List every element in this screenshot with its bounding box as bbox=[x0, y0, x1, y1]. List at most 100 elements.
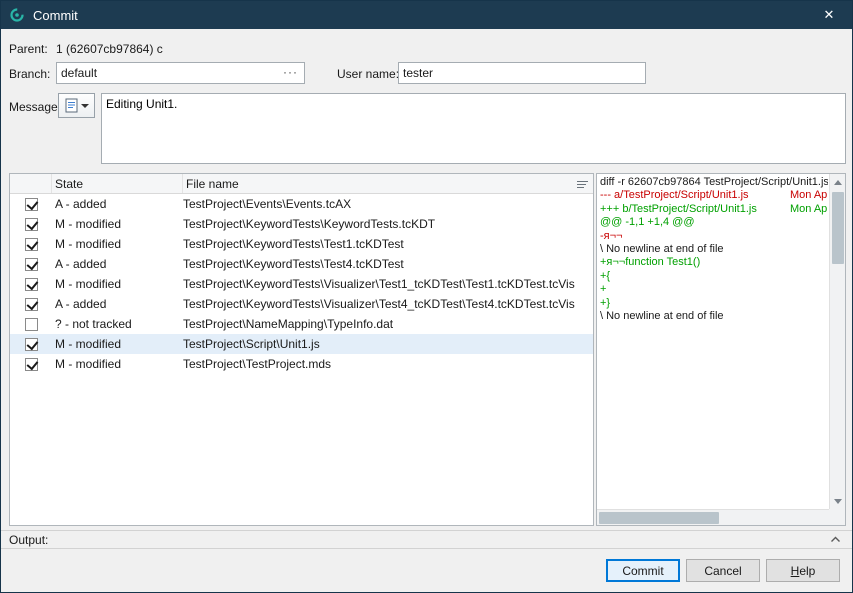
row-check-cell bbox=[10, 358, 52, 371]
diff-pane[interactable]: diff -r 62607cb97864 TestProject/Script/… bbox=[596, 173, 846, 526]
file-checkbox[interactable] bbox=[25, 358, 38, 371]
file-checkbox[interactable] bbox=[25, 198, 38, 211]
diff-line-text: +я¬¬function Test1() bbox=[600, 256, 700, 268]
table-row[interactable]: ? - not tracked TestProject\NameMapping\… bbox=[10, 314, 593, 334]
user-name-input[interactable] bbox=[399, 63, 645, 83]
diff-line: -я¬¬ bbox=[600, 230, 828, 243]
row-file: TestProject\KeywordTests\Visualizer\Test… bbox=[183, 277, 593, 291]
file-checkbox[interactable] bbox=[25, 218, 38, 231]
parent-row: Parent: 1 (62607cb97864) c bbox=[9, 42, 163, 56]
diff-line: \ No newline at end of file bbox=[600, 243, 828, 256]
diff-line-text: --- a/TestProject/Script/Unit1.js bbox=[600, 189, 749, 201]
row-file: TestProject\KeywordTests\Test1.tcKDTest bbox=[183, 237, 593, 251]
file-checkbox[interactable] bbox=[25, 298, 38, 311]
row-state: M - modified bbox=[52, 277, 183, 291]
diff-line: +{ bbox=[600, 270, 828, 283]
diff-vscroll-thumb[interactable] bbox=[832, 192, 844, 264]
commit-message-textarea[interactable] bbox=[101, 93, 846, 164]
diff-line-text: +} bbox=[600, 297, 610, 309]
row-file: TestProject\KeywordTests\KeywordTests.tc… bbox=[183, 217, 593, 231]
row-file: TestProject\KeywordTests\Test4.tcKDTest bbox=[183, 257, 593, 271]
row-check-cell bbox=[10, 298, 52, 311]
file-checkbox[interactable] bbox=[25, 238, 38, 251]
file-checkbox[interactable] bbox=[25, 338, 38, 351]
diff-line-right: Mon Ap bbox=[790, 203, 827, 216]
cancel-button[interactable]: Cancel bbox=[686, 559, 760, 582]
diff-line: +я¬¬function Test1() bbox=[600, 256, 828, 269]
branch-label: Branch: bbox=[9, 67, 50, 81]
file-list-pane: State File name A - added TestProject\Ev… bbox=[9, 173, 594, 526]
table-row[interactable]: M - modified TestProject\KeywordTests\Te… bbox=[10, 234, 593, 254]
row-check-cell bbox=[10, 198, 52, 211]
scroll-down-button[interactable] bbox=[830, 493, 846, 509]
state-column-header[interactable]: State bbox=[52, 174, 183, 193]
titlebar[interactable]: Commit ✕ bbox=[1, 1, 852, 29]
file-checkbox[interactable] bbox=[25, 318, 38, 331]
file-checkbox[interactable] bbox=[25, 278, 38, 291]
column-menu-icon[interactable] bbox=[574, 177, 590, 191]
row-state: ? - not tracked bbox=[52, 317, 183, 331]
row-file: TestProject\KeywordTests\Visualizer\Test… bbox=[183, 297, 593, 311]
branch-field-wrap: ··· bbox=[56, 62, 305, 84]
scrollbar-corner bbox=[829, 509, 845, 525]
diff-line-text: -я¬¬ bbox=[600, 230, 622, 242]
diff-line: \ No newline at end of file bbox=[600, 310, 828, 323]
button-row: Commit Cancel Help bbox=[606, 559, 840, 582]
row-file: TestProject\Events\Events.tcAX bbox=[183, 197, 593, 211]
help-button[interactable]: Help bbox=[766, 559, 840, 582]
table-row[interactable]: M - modified TestProject\KeywordTests\Ke… bbox=[10, 214, 593, 234]
diff-line: @@ -1,1 +1,4 @@ bbox=[600, 216, 828, 229]
diff-line-text: \ No newline at end of file bbox=[600, 310, 724, 322]
row-check-cell bbox=[10, 258, 52, 271]
table-row[interactable]: A - added TestProject\Events\Events.tcAX bbox=[10, 194, 593, 214]
close-button[interactable]: ✕ bbox=[814, 1, 844, 29]
diff-line-text: @@ -1,1 +1,4 @@ bbox=[600, 216, 695, 228]
table-row[interactable]: A - added TestProject\KeywordTests\Visua… bbox=[10, 294, 593, 314]
scroll-down-icon bbox=[834, 499, 842, 504]
branch-browse-button[interactable]: ··· bbox=[283, 65, 298, 79]
diff-horizontal-scrollbar[interactable] bbox=[597, 509, 829, 525]
parent-value: 1 (62607cb97864) c bbox=[56, 42, 163, 56]
branch-input[interactable] bbox=[57, 63, 304, 83]
check-column-header[interactable] bbox=[10, 174, 52, 193]
diff-line: --- a/TestProject/Script/Unit1.js Mon Ap bbox=[600, 189, 828, 202]
message-label: Message: bbox=[9, 100, 61, 114]
file-table-header: State File name bbox=[10, 174, 593, 194]
scroll-up-button[interactable] bbox=[830, 174, 846, 190]
window-title: Commit bbox=[33, 8, 78, 23]
diff-line: +} bbox=[600, 297, 828, 310]
row-state: M - modified bbox=[52, 337, 183, 351]
row-state: A - added bbox=[52, 197, 183, 211]
table-row[interactable]: M - modified TestProject\Script\Unit1.js bbox=[10, 334, 593, 354]
row-state: A - added bbox=[52, 257, 183, 271]
row-file: TestProject\NameMapping\TypeInfo.dat bbox=[183, 317, 593, 331]
row-state: M - modified bbox=[52, 357, 183, 371]
table-row[interactable]: A - added TestProject\KeywordTests\Test4… bbox=[10, 254, 593, 274]
diff-line-right: Mon Ap bbox=[790, 189, 827, 202]
row-check-cell bbox=[10, 338, 52, 351]
commit-app-icon bbox=[9, 7, 25, 23]
diff-vertical-scrollbar[interactable] bbox=[829, 174, 845, 509]
chevron-down-icon bbox=[81, 104, 89, 108]
row-file: TestProject\Script\Unit1.js bbox=[183, 337, 593, 351]
diff-line: + bbox=[600, 283, 828, 296]
file-checkbox[interactable] bbox=[25, 258, 38, 271]
message-history-button[interactable] bbox=[58, 93, 95, 118]
row-file: TestProject\TestProject.mds bbox=[183, 357, 593, 371]
table-row[interactable]: M - modified TestProject\KeywordTests\Vi… bbox=[10, 274, 593, 294]
diff-line-text: \ No newline at end of file bbox=[600, 243, 724, 255]
diff-line-text: +{ bbox=[600, 270, 610, 282]
row-state: M - modified bbox=[52, 237, 183, 251]
chevron-up-icon bbox=[830, 536, 841, 543]
output-label: Output: bbox=[9, 533, 48, 547]
file-name-column-header[interactable]: File name bbox=[183, 174, 593, 193]
parent-label: Parent: bbox=[9, 42, 48, 56]
output-collapse-button[interactable] bbox=[826, 533, 844, 547]
user-field-wrap bbox=[398, 62, 646, 84]
row-check-cell bbox=[10, 238, 52, 251]
table-row[interactable]: M - modified TestProject\TestProject.mds bbox=[10, 354, 593, 374]
diff-hscroll-thumb[interactable] bbox=[599, 512, 719, 524]
diff-content: diff -r 62607cb97864 TestProject/Script/… bbox=[600, 176, 828, 508]
row-check-cell bbox=[10, 278, 52, 291]
commit-button[interactable]: Commit bbox=[606, 559, 680, 582]
